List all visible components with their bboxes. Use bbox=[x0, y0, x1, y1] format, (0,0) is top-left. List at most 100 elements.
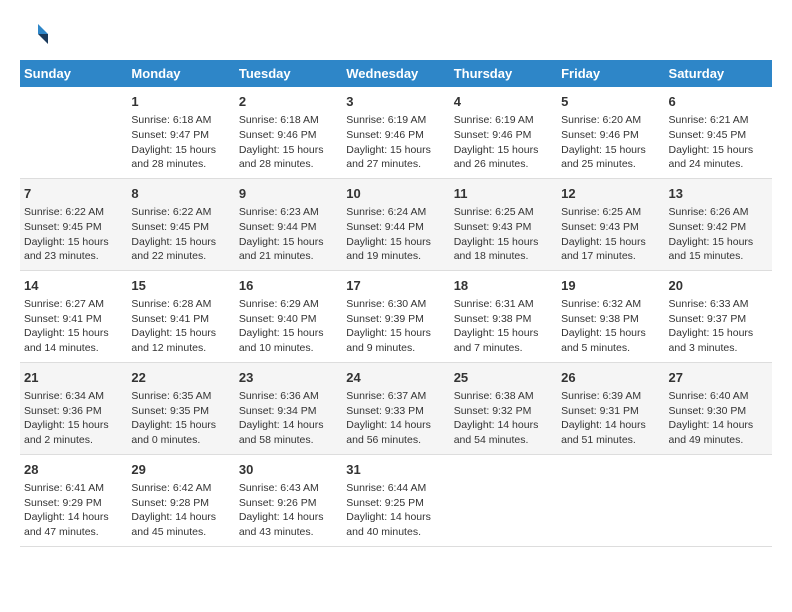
day-info: Sunrise: 6:21 AM Sunset: 9:45 PM Dayligh… bbox=[669, 113, 768, 172]
day-info: Sunrise: 6:37 AM Sunset: 9:33 PM Dayligh… bbox=[346, 389, 445, 448]
day-number: 4 bbox=[454, 93, 553, 111]
day-number: 23 bbox=[239, 369, 338, 387]
day-info: Sunrise: 6:32 AM Sunset: 9:38 PM Dayligh… bbox=[561, 297, 660, 356]
calendar-cell bbox=[557, 454, 664, 546]
calendar-cell: 12 Sunrise: 6:25 AM Sunset: 9:43 PM Dayli… bbox=[557, 178, 664, 270]
day-info: Sunrise: 6:22 AM Sunset: 9:45 PM Dayligh… bbox=[131, 205, 230, 264]
day-info: Sunrise: 6:33 AM Sunset: 9:37 PM Dayligh… bbox=[669, 297, 768, 356]
day-info: Sunrise: 6:35 AM Sunset: 9:35 PM Dayligh… bbox=[131, 389, 230, 448]
calendar-cell: 10 Sunrise: 6:24 AM Sunset: 9:44 PM Dayli… bbox=[342, 178, 449, 270]
week-row-4: 21 Sunrise: 6:34 AM Sunset: 9:36 PM Dayli… bbox=[20, 362, 772, 454]
calendar-cell: 18 Sunrise: 6:31 AM Sunset: 9:38 PM Dayli… bbox=[450, 270, 557, 362]
day-info: Sunrise: 6:28 AM Sunset: 9:41 PM Dayligh… bbox=[131, 297, 230, 356]
day-number: 17 bbox=[346, 277, 445, 295]
day-header-sunday: Sunday bbox=[20, 60, 127, 87]
calendar-cell: 14 Sunrise: 6:27 AM Sunset: 9:41 PM Dayli… bbox=[20, 270, 127, 362]
day-info: Sunrise: 6:30 AM Sunset: 9:39 PM Dayligh… bbox=[346, 297, 445, 356]
day-info: Sunrise: 6:42 AM Sunset: 9:28 PM Dayligh… bbox=[131, 481, 230, 540]
calendar-cell: 3 Sunrise: 6:19 AM Sunset: 9:46 PM Daylig… bbox=[342, 87, 449, 178]
day-number: 31 bbox=[346, 461, 445, 479]
calendar-cell: 26 Sunrise: 6:39 AM Sunset: 9:31 PM Dayli… bbox=[557, 362, 664, 454]
day-info: Sunrise: 6:27 AM Sunset: 9:41 PM Dayligh… bbox=[24, 297, 123, 356]
day-info: Sunrise: 6:18 AM Sunset: 9:47 PM Dayligh… bbox=[131, 113, 230, 172]
header-row: SundayMondayTuesdayWednesdayThursdayFrid… bbox=[20, 60, 772, 87]
day-info: Sunrise: 6:24 AM Sunset: 9:44 PM Dayligh… bbox=[346, 205, 445, 264]
day-number: 30 bbox=[239, 461, 338, 479]
calendar-cell: 20 Sunrise: 6:33 AM Sunset: 9:37 PM Dayli… bbox=[665, 270, 772, 362]
day-number: 3 bbox=[346, 93, 445, 111]
day-header-wednesday: Wednesday bbox=[342, 60, 449, 87]
week-row-2: 7 Sunrise: 6:22 AM Sunset: 9:45 PM Daylig… bbox=[20, 178, 772, 270]
day-number: 28 bbox=[24, 461, 123, 479]
calendar-cell: 8 Sunrise: 6:22 AM Sunset: 9:45 PM Daylig… bbox=[127, 178, 234, 270]
day-info: Sunrise: 6:43 AM Sunset: 9:26 PM Dayligh… bbox=[239, 481, 338, 540]
day-info: Sunrise: 6:41 AM Sunset: 9:29 PM Dayligh… bbox=[24, 481, 123, 540]
day-number: 22 bbox=[131, 369, 230, 387]
calendar-cell: 13Sunrise: 6:26 AM Sunset: 9:42 PM Dayli… bbox=[665, 178, 772, 270]
calendar-cell: 17 Sunrise: 6:30 AM Sunset: 9:39 PM Dayli… bbox=[342, 270, 449, 362]
day-header-tuesday: Tuesday bbox=[235, 60, 342, 87]
calendar-cell: 2Sunrise: 6:18 AM Sunset: 9:46 PM Daylig… bbox=[235, 87, 342, 178]
day-number: 18 bbox=[454, 277, 553, 295]
day-info: Sunrise: 6:25 AM Sunset: 9:43 PM Dayligh… bbox=[561, 205, 660, 264]
day-header-thursday: Thursday bbox=[450, 60, 557, 87]
header bbox=[20, 20, 772, 50]
day-info: Sunrise: 6:20 AM Sunset: 9:46 PM Dayligh… bbox=[561, 113, 660, 172]
day-info: Sunrise: 6:31 AM Sunset: 9:38 PM Dayligh… bbox=[454, 297, 553, 356]
calendar-cell: 29 Sunrise: 6:42 AM Sunset: 9:28 PM Dayli… bbox=[127, 454, 234, 546]
day-number: 21 bbox=[24, 369, 123, 387]
day-number: 11 bbox=[454, 185, 553, 203]
week-row-1: 1 Sunrise: 6:18 AM Sunset: 9:47 PM Daylig… bbox=[20, 87, 772, 178]
calendar-cell: 27Sunrise: 6:40 AM Sunset: 9:30 PM Dayli… bbox=[665, 362, 772, 454]
day-number: 20 bbox=[669, 277, 768, 295]
day-number: 1 bbox=[131, 93, 230, 111]
day-info: Sunrise: 6:36 AM Sunset: 9:34 PM Dayligh… bbox=[239, 389, 338, 448]
calendar-cell bbox=[20, 87, 127, 178]
day-number: 19 bbox=[561, 277, 660, 295]
day-info: Sunrise: 6:34 AM Sunset: 9:36 PM Dayligh… bbox=[24, 389, 123, 448]
calendar-cell: 28 Sunrise: 6:41 AM Sunset: 9:29 PM Dayli… bbox=[20, 454, 127, 546]
day-number: 29 bbox=[131, 461, 230, 479]
calendar-cell: 9 Sunrise: 6:23 AM Sunset: 9:44 PM Daylig… bbox=[235, 178, 342, 270]
logo bbox=[20, 20, 54, 50]
day-number: 9 bbox=[239, 185, 338, 203]
day-info: Sunrise: 6:44 AM Sunset: 9:25 PM Dayligh… bbox=[346, 481, 445, 540]
day-info: Sunrise: 6:19 AM Sunset: 9:46 PM Dayligh… bbox=[346, 113, 445, 172]
day-number: 15 bbox=[131, 277, 230, 295]
calendar-cell: 24 Sunrise: 6:37 AM Sunset: 9:33 PM Dayli… bbox=[342, 362, 449, 454]
day-number: 7 bbox=[24, 185, 123, 203]
day-info: Sunrise: 6:39 AM Sunset: 9:31 PM Dayligh… bbox=[561, 389, 660, 448]
day-number: 12 bbox=[561, 185, 660, 203]
day-header-saturday: Saturday bbox=[665, 60, 772, 87]
day-number: 10 bbox=[346, 185, 445, 203]
day-info: Sunrise: 6:19 AM Sunset: 9:46 PM Dayligh… bbox=[454, 113, 553, 172]
calendar-cell: 30 Sunrise: 6:43 AM Sunset: 9:26 PM Dayli… bbox=[235, 454, 342, 546]
week-row-5: 28 Sunrise: 6:41 AM Sunset: 9:29 PM Dayli… bbox=[20, 454, 772, 546]
calendar-cell: 1 Sunrise: 6:18 AM Sunset: 9:47 PM Daylig… bbox=[127, 87, 234, 178]
day-number: 8 bbox=[131, 185, 230, 203]
calendar-cell: 23 Sunrise: 6:36 AM Sunset: 9:34 PM Dayli… bbox=[235, 362, 342, 454]
calendar-cell: 15 Sunrise: 6:28 AM Sunset: 9:41 PM Dayli… bbox=[127, 270, 234, 362]
day-number: 24 bbox=[346, 369, 445, 387]
calendar-table: SundayMondayTuesdayWednesdayThursdayFrid… bbox=[20, 60, 772, 547]
day-number: 14 bbox=[24, 277, 123, 295]
day-number: 16 bbox=[239, 277, 338, 295]
calendar-cell: 5 Sunrise: 6:20 AM Sunset: 9:46 PM Daylig… bbox=[557, 87, 664, 178]
day-number: 2 bbox=[239, 93, 338, 111]
day-number: 25 bbox=[454, 369, 553, 387]
day-info: Sunrise: 6:22 AM Sunset: 9:45 PM Dayligh… bbox=[24, 205, 123, 264]
day-info: Sunrise: 6:23 AM Sunset: 9:44 PM Dayligh… bbox=[239, 205, 338, 264]
day-header-monday: Monday bbox=[127, 60, 234, 87]
day-number: 26 bbox=[561, 369, 660, 387]
day-number: 5 bbox=[561, 93, 660, 111]
logo-icon bbox=[20, 20, 50, 50]
calendar-cell: 6 Sunrise: 6:21 AM Sunset: 9:45 PM Daylig… bbox=[665, 87, 772, 178]
calendar-cell: 11 Sunrise: 6:25 AM Sunset: 9:43 PM Dayli… bbox=[450, 178, 557, 270]
calendar-cell: 25 Sunrise: 6:38 AM Sunset: 9:32 PM Dayli… bbox=[450, 362, 557, 454]
day-info: Sunrise: 6:38 AM Sunset: 9:32 PM Dayligh… bbox=[454, 389, 553, 448]
day-number: 6 bbox=[669, 93, 768, 111]
day-info: Sunrise: 6:25 AM Sunset: 9:43 PM Dayligh… bbox=[454, 205, 553, 264]
calendar-cell: 31 Sunrise: 6:44 AM Sunset: 9:25 PM Dayli… bbox=[342, 454, 449, 546]
week-row-3: 14 Sunrise: 6:27 AM Sunset: 9:41 PM Dayli… bbox=[20, 270, 772, 362]
calendar-cell: 4 Sunrise: 6:19 AM Sunset: 9:46 PM Daylig… bbox=[450, 87, 557, 178]
